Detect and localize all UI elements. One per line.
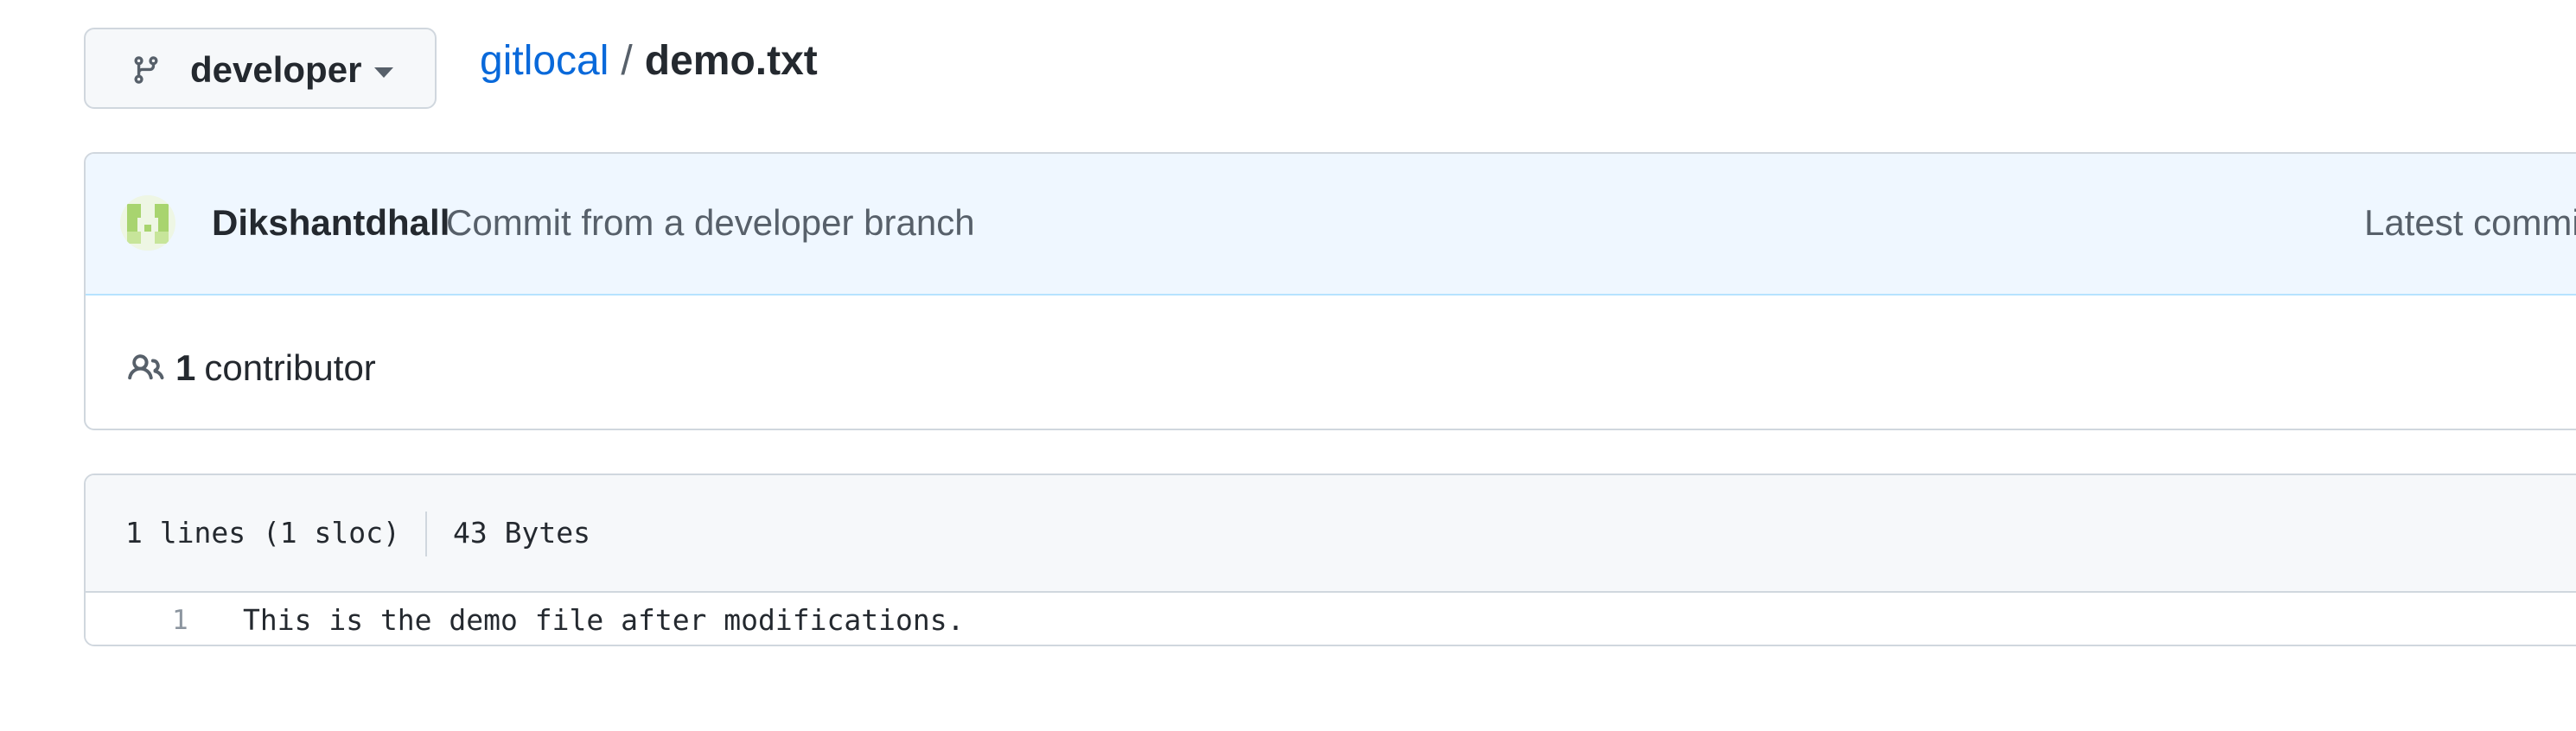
branch-selector-button[interactable]: developer	[84, 28, 437, 109]
file-info-header: 1 lines (1 sloc) 43 Bytes	[86, 475, 2576, 593]
contributors-count: 1	[175, 347, 196, 388]
breadcrumb-separator: /	[621, 38, 633, 84]
line-number[interactable]: 1	[172, 603, 188, 638]
file-size: 43 Bytes	[453, 516, 590, 550]
latest-commit-label: Latest commi	[2364, 202, 2576, 243]
breadcrumb-file-name: demo.txt	[644, 38, 818, 84]
commit-message-link[interactable]: Commit from a developer branch	[446, 200, 975, 246]
file-viewer: 1 lines (1 sloc) 43 Bytes 1 This is the …	[84, 474, 2576, 646]
contributors-label: contributor	[204, 347, 376, 388]
file-info-divider	[425, 512, 427, 556]
identicon-avatar[interactable]	[120, 195, 175, 251]
branch-name: developer	[190, 49, 362, 90]
code-line-text: This is the demo file after modification…	[243, 603, 965, 637]
commit-header: Dikshantdhall Commit from a developer br…	[86, 154, 2576, 296]
latest-commit-box: Dikshantdhall Commit from a developer br…	[84, 152, 2576, 430]
git-branch-icon	[134, 56, 158, 84]
commit-author-link[interactable]: Dikshantdhall	[212, 200, 450, 246]
chevron-down-icon	[374, 67, 393, 78]
contributors-link[interactable]: 1 contributor	[125, 342, 376, 394]
people-icon	[128, 354, 164, 380]
file-lines-info: 1 lines (1 sloc)	[125, 516, 400, 550]
breadcrumb-repo-link[interactable]: gitlocal	[480, 38, 609, 84]
breadcrumb: gitlocal / demo.txt	[480, 35, 818, 88]
code-line: 1 This is the demo file after modificati…	[86, 593, 2576, 645]
